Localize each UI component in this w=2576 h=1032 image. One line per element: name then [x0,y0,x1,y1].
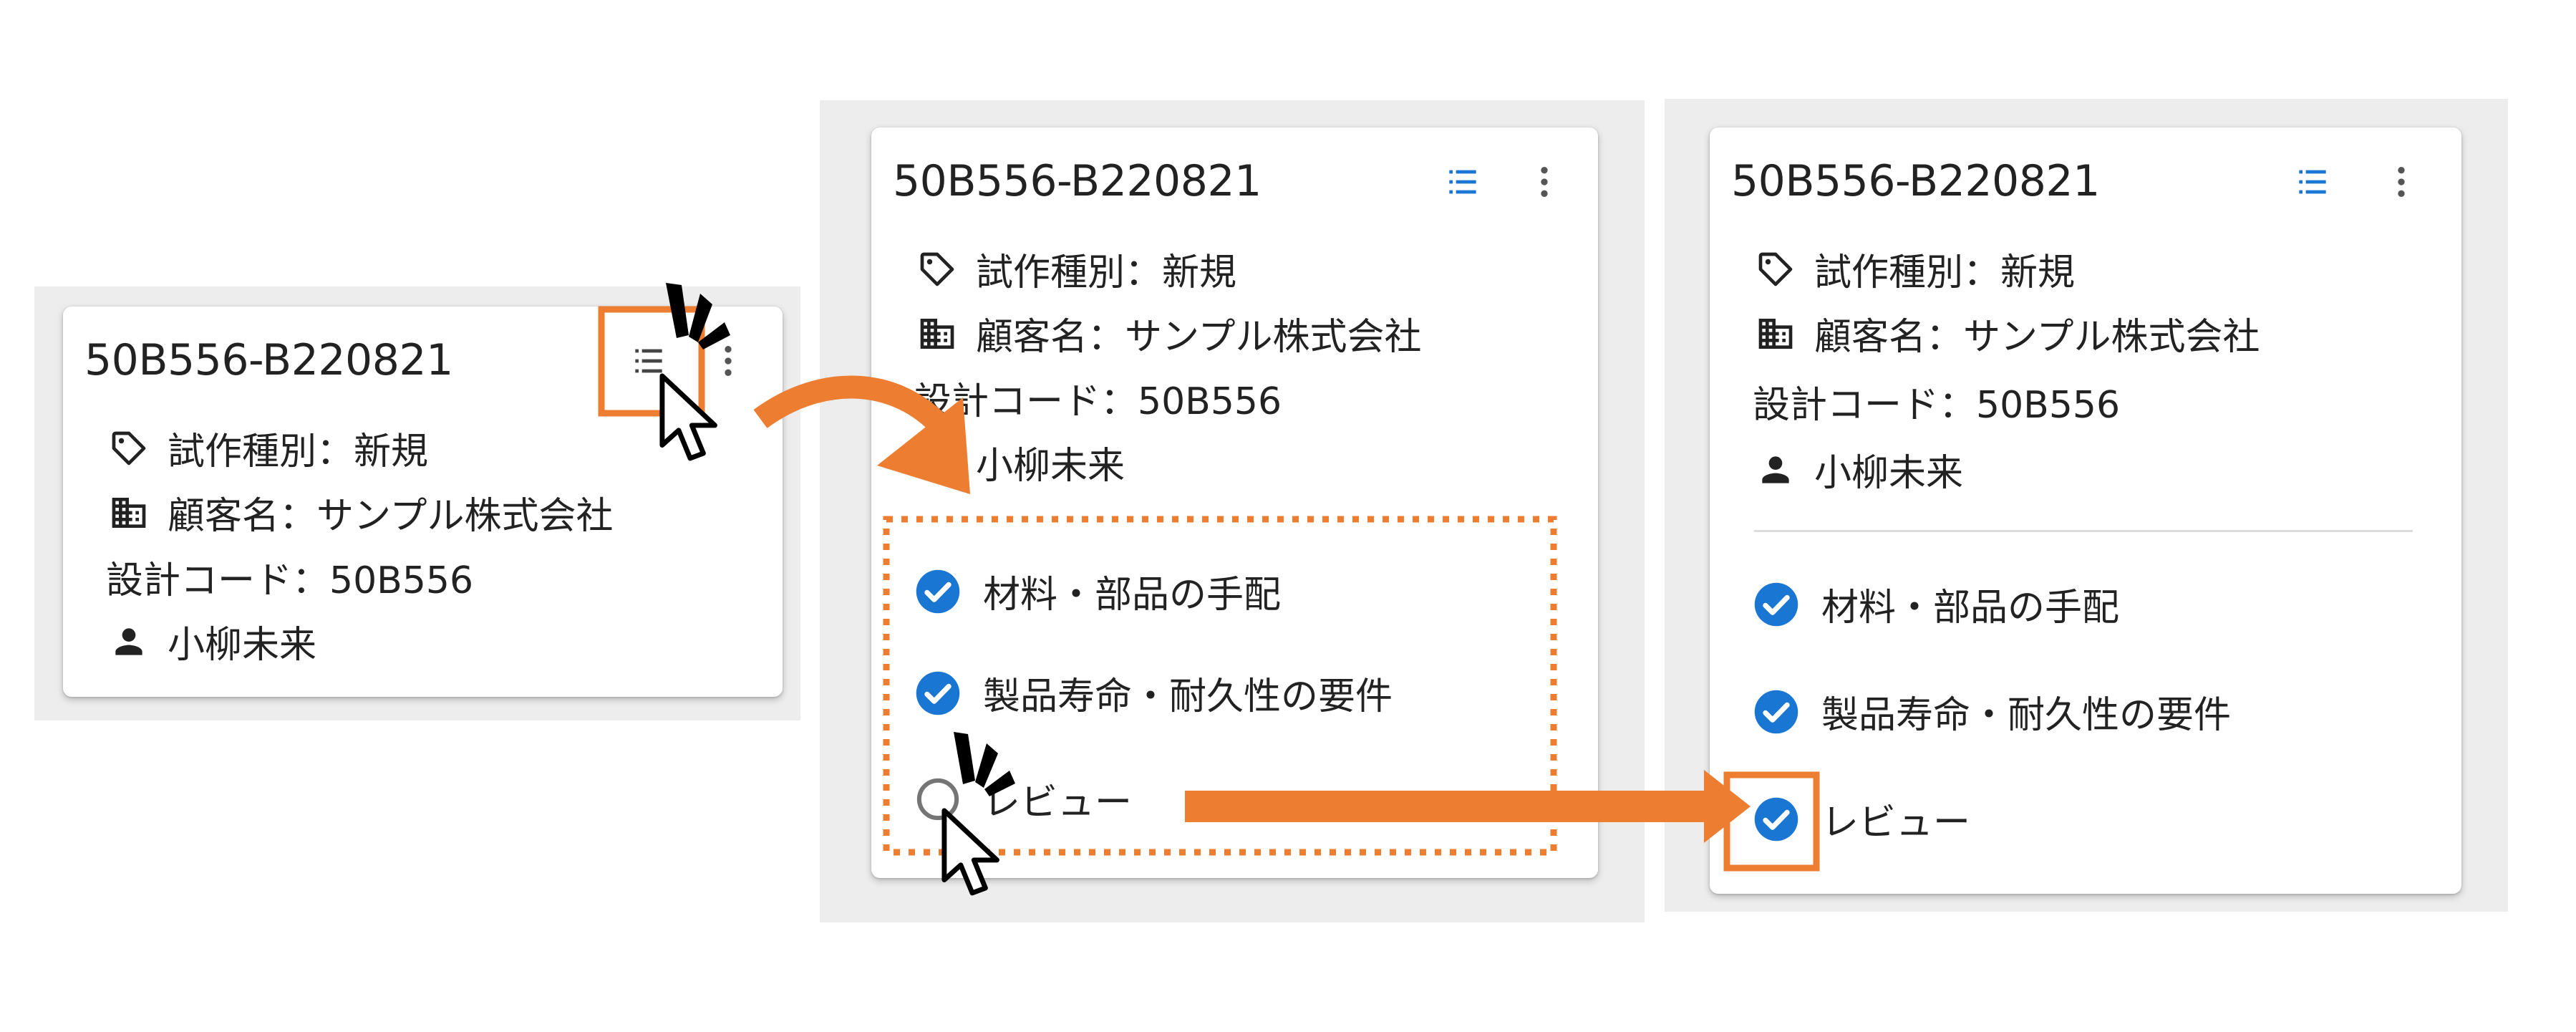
circle-outline-icon[interactable] [914,776,962,823]
dots-vertical-icon [1524,162,1564,202]
prototype-type-row: 試作種別：新規 [914,242,1236,296]
checklist-item-label: 材料・部品の手配 [1821,587,2120,630]
customer-row: 顧客名：サンプル株式会社 [106,486,613,539]
assignee-text: 小柳未来 [976,445,1125,488]
account-icon [1756,450,1796,490]
checklist-item-label: 製品寿命・耐久性の要件 [983,675,1393,718]
prototype-type-row: 試作種別：新規 [1753,242,2075,296]
design-code-row: 設計コード：50B556 [106,550,473,604]
more-menu-button[interactable] [1519,156,1570,208]
check-circle-icon[interactable] [1753,796,1800,843]
dots-vertical-icon [2381,162,2421,202]
domain-icon [109,493,149,533]
design-code-row: 設計コード：50B556 [914,371,1282,425]
checklist-item[interactable]: 材料・部品の手配 [914,564,1281,618]
dots-vertical-icon [708,341,748,381]
design-code-text: 設計コード：50B556 [914,380,1282,423]
project-card-review-done[interactable]: 50B556-B220821 試作種別：新規 顧客名：サンプル株式会社 設計コー… [1710,127,2461,894]
account-icon [109,622,149,662]
more-menu-button[interactable] [2376,156,2427,208]
customer-text: 顧客名：サンプル株式会社 [168,495,614,538]
design-code-row: 設計コード：50B556 [1753,375,2120,428]
format-list-bulleted-icon [2292,162,2333,202]
format-list-bulleted-icon [1443,162,1483,202]
account-icon [917,443,957,483]
checklist-item[interactable]: 製品寿命・耐久性の要件 [1753,685,2231,738]
assignee-row: 小柳未来 [1753,443,1963,496]
checklist-button[interactable] [1437,156,1488,208]
assignee-row: 小柳未来 [914,435,1125,489]
tag-outline-icon [917,249,957,289]
domain-icon [1756,314,1796,354]
project-card-checklist-open[interactable]: 50B556-B220821 試作種別：新規 顧客名：サンプル株式会社 設計コー… [871,127,1598,878]
card-title: 50B556-B220821 [84,335,453,385]
tag-outline-icon [1756,249,1796,289]
assignee-text: 小柳未来 [168,624,317,667]
design-code-text: 設計コード：50B556 [106,559,474,602]
checklist-item-label: 製品寿命・耐久性の要件 [1821,694,2232,737]
more-menu-button[interactable] [702,335,754,387]
domain-icon [917,314,957,354]
check-circle-icon[interactable] [1753,581,1800,628]
divider [1754,530,2413,532]
design-code-text: 設計コード：50B556 [1753,384,2121,427]
customer-text: 顧客名：サンプル株式会社 [976,316,1422,359]
checklist-item[interactable]: 製品寿命・耐久性の要件 [914,666,1393,720]
checklist-button[interactable] [623,335,674,387]
assignee-text: 小柳未来 [1814,452,1964,495]
checklist-button[interactable] [2287,156,2338,208]
check-circle-icon[interactable] [914,670,962,717]
project-card-collapsed[interactable]: 50B556-B220821 試作種別：新規 顧客名：サンプル株式会社 設計コー… [63,307,783,697]
format-list-bulleted-icon [629,341,669,381]
prototype-type-text: 試作種別：新規 [168,430,429,473]
checklist-item-label: レビュー [983,781,1133,824]
prototype-type-text: 試作種別：新規 [1814,251,2076,294]
check-circle-icon[interactable] [1753,688,1800,736]
card-title: 50B556-B220821 [1731,156,2100,206]
card-title: 50B556-B220821 [893,156,1262,206]
checklist-item[interactable]: レビュー [914,772,1132,826]
check-circle-icon[interactable] [914,568,962,615]
customer-text: 顧客名：サンプル株式会社 [1814,316,2260,359]
customer-row: 顧客名：サンプル株式会社 [1753,307,2260,360]
prototype-type-text: 試作種別：新規 [976,251,1237,294]
checklist-item-label: レビュー [1821,801,1971,844]
checklist-item-label: 材料・部品の手配 [983,574,1282,617]
tag-outline-icon [109,428,149,468]
checklist-item[interactable]: 材料・部品の手配 [1753,577,2119,631]
assignee-row: 小柳未来 [106,614,316,668]
customer-row: 顧客名：サンプル株式会社 [914,307,1421,360]
prototype-type-row: 試作種別：新規 [106,421,428,475]
checklist-item[interactable]: レビュー [1753,792,1970,846]
